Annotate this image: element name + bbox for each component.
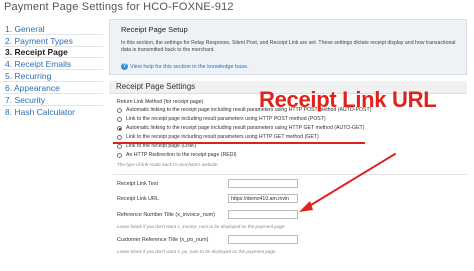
setup-description: In this section, the settings for Relay … — [121, 40, 456, 53]
nav-divider — [3, 105, 103, 106]
receipt-link-text-label: Receipt Link Text — [117, 181, 158, 187]
setup-title: Receipt Page Setup — [121, 25, 188, 34]
help-link-text[interactable]: View help for this section in the knowle… — [130, 64, 249, 70]
help-icon: ? — [121, 63, 128, 70]
radio-button[interactable] — [117, 135, 122, 140]
method-hint: The type of link made back to merchant's… — [117, 162, 218, 167]
sidebar-item-appearance[interactable]: 6. Appearance — [5, 83, 60, 93]
sidebar-item-hash-calculator[interactable]: 8. Hash Calculator — [5, 107, 75, 117]
main-content: Receipt Page Setup In this section, the … — [108, 19, 474, 271]
nav-divider — [3, 34, 103, 35]
return-link-method-label: Return Link Method (for receipt page) — [117, 99, 204, 105]
help-link[interactable]: ? View help for this section in the knowl… — [121, 63, 249, 70]
sidebar-item-security[interactable]: 7. Security — [5, 95, 45, 105]
reference-number-title-label: Reference Number Title (x_invoice_num) — [117, 212, 215, 218]
divider — [113, 174, 468, 175]
radio-label: Automatic linking to the receipt page in… — [126, 125, 365, 131]
radio-label: An HTTP Redirection to the receipt page … — [126, 152, 237, 158]
sidebar-item-general[interactable]: 1. General — [5, 24, 45, 34]
radio-button[interactable] — [117, 117, 122, 122]
nav-divider — [3, 69, 103, 70]
sidebar-item-receipt-page[interactable]: 3. Receipt Page — [5, 47, 68, 57]
reference-number-title-input[interactable] — [228, 210, 298, 219]
radio-label: Link to the receipt page including resul… — [126, 134, 319, 140]
customer-reference-hint: Leave blank if you don't want x_po_num t… — [117, 249, 276, 254]
sidebar-item-payment-types[interactable]: 2. Payment Types — [5, 36, 73, 46]
sidebar-item-receipt-emails[interactable]: 4. Receipt Emails — [5, 59, 71, 69]
radio-button[interactable] — [117, 153, 122, 158]
customer-reference-title-label: Customer Reference Title (x_po_num) — [117, 237, 209, 243]
sidebar-nav: 1. General 2. Payment Types 3. Receipt P… — [0, 19, 106, 271]
reference-number-hint: Leave blank if you don't want x_invoice_… — [117, 224, 285, 229]
radio-button[interactable] — [117, 108, 122, 113]
receipt-link-text-input[interactable] — [228, 179, 298, 188]
nav-divider — [3, 81, 103, 82]
receipt-link-url-input[interactable]: https://demo410.am.invin — [228, 194, 298, 203]
annotation-underline — [113, 142, 365, 144]
radio-button[interactable] — [117, 144, 122, 149]
customer-reference-title-input[interactable] — [228, 235, 298, 244]
window-title: Payment Page Settings for HCO-FOXNE-912 — [4, 1, 234, 13]
radio-label: Link to the receipt page including resul… — [126, 116, 326, 122]
radio-button-selected[interactable] — [117, 126, 122, 131]
setup-info-box: Receipt Page Setup In this section, the … — [109, 19, 467, 75]
annotation-callout: Receipt Link URL — [259, 87, 437, 112]
nav-divider — [3, 57, 103, 58]
window-title-bar: Payment Page Settings for HCO-FOXNE-912 — [0, 0, 474, 17]
receipt-link-url-label: Receipt Link URL — [117, 196, 159, 202]
nav-divider — [3, 93, 103, 94]
sidebar-item-recurring[interactable]: 5. Recurring — [5, 71, 51, 81]
section-title: Receipt Page Settings — [116, 82, 196, 91]
